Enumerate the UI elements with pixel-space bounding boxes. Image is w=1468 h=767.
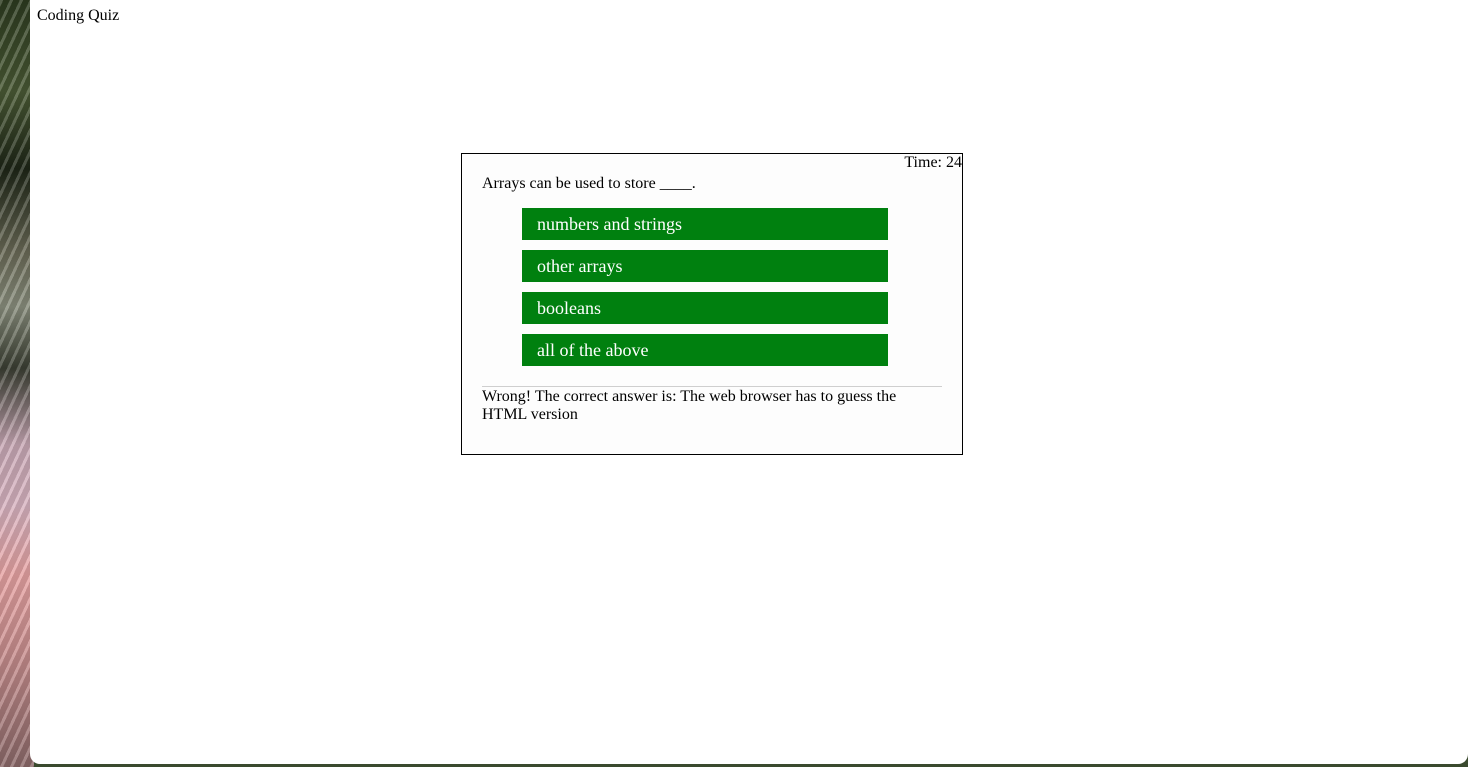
background-photo xyxy=(0,0,34,767)
question-text: Arrays can be used to store ____. xyxy=(482,175,696,192)
answer-choice-1[interactable]: numbers and strings xyxy=(522,208,888,240)
browser-viewport: Coding Quiz Time: 24 Arrays can be used … xyxy=(30,0,1468,764)
answer-choice-2[interactable]: other arrays xyxy=(522,250,888,282)
page-title: Coding Quiz xyxy=(37,7,120,24)
answer-choice-3[interactable]: booleans xyxy=(522,292,888,324)
quiz-timer: Time: 24 xyxy=(904,154,962,171)
answer-choice-4[interactable]: all of the above xyxy=(522,334,888,366)
quiz-card: Time: 24 Arrays can be used to store ___… xyxy=(461,153,963,455)
feedback-divider xyxy=(482,386,942,387)
answer-feedback: Wrong! The correct answer is: The web br… xyxy=(482,388,897,423)
answer-choices: numbers and strings other arrays boolean… xyxy=(522,208,888,376)
